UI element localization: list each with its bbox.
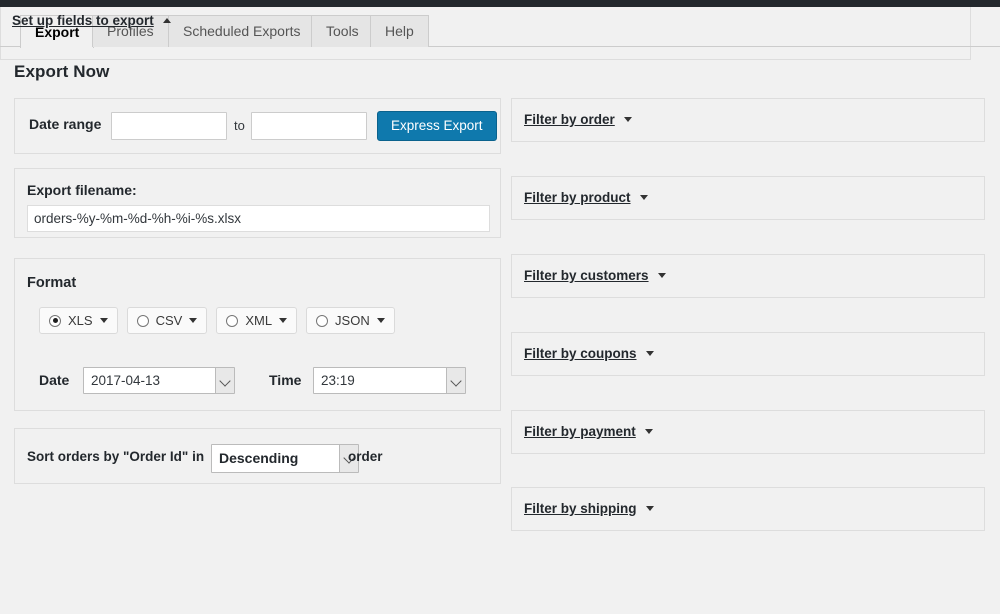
export-filename-label: Export filename:: [27, 182, 137, 198]
setup-fields-toggle[interactable]: Set up fields to export: [12, 13, 171, 28]
export-filename-input[interactable]: [27, 205, 490, 232]
format-panel: Format XLS CSV XML JSON Date 2017-04-13 …: [14, 258, 501, 411]
format-option-xml[interactable]: XML: [216, 307, 298, 334]
admin-bar: [0, 0, 1000, 7]
filter-label: Filter by order: [524, 112, 615, 127]
format-option-csv[interactable]: CSV: [126, 307, 208, 334]
sort-order-select[interactable]: Descending: [211, 444, 359, 473]
chevron-down-icon[interactable]: [215, 368, 234, 393]
chevron-down-icon[interactable]: [446, 368, 465, 393]
filter-by-product-toggle[interactable]: Filter by product: [524, 190, 648, 205]
format-options-group: XLS CSV XML JSON: [39, 307, 395, 334]
date-range-panel: Date range to Express Export: [14, 98, 501, 154]
filter-panel-customers: Filter by customers: [511, 254, 985, 298]
filter-label: Filter by customers: [524, 268, 649, 283]
filter-by-shipping-toggle[interactable]: Filter by shipping: [524, 501, 654, 516]
radio-icon[interactable]: [136, 314, 149, 327]
format-title: Format: [27, 275, 77, 291]
radio-icon[interactable]: [49, 314, 61, 327]
date-select[interactable]: 2017-04-13: [83, 367, 235, 394]
filter-by-payment-toggle[interactable]: Filter by payment: [524, 424, 653, 439]
sort-prefix-label: Sort orders by "Order Id" in: [27, 449, 205, 464]
format-option-label: CSV: [155, 313, 183, 328]
date-range-to-input[interactable]: [251, 112, 367, 140]
filter-by-coupons-toggle[interactable]: Filter by coupons: [524, 346, 654, 361]
date-range-to-label: to: [234, 118, 245, 133]
page-title: Export Now: [14, 62, 110, 81]
tab-tools[interactable]: Tools: [311, 15, 374, 47]
caret-down-icon[interactable]: [99, 318, 108, 323]
format-option-label: XML: [245, 313, 273, 328]
filter-label: Filter by payment: [524, 424, 636, 439]
caret-down-icon[interactable]: [189, 318, 198, 323]
filter-panel-coupons: Filter by coupons: [511, 332, 985, 376]
express-export-button[interactable]: Express Export: [377, 111, 497, 141]
format-option-xls[interactable]: XLS: [39, 307, 118, 334]
radio-icon[interactable]: [316, 314, 329, 327]
time-select[interactable]: 23:19: [313, 367, 466, 394]
format-option-json[interactable]: JSON: [306, 307, 395, 334]
caret-down-icon[interactable]: [657, 273, 666, 278]
caret-down-icon[interactable]: [639, 195, 648, 200]
filter-label: Filter by product: [524, 190, 631, 205]
filter-by-customers-toggle[interactable]: Filter by customers: [524, 268, 666, 283]
tab-scheduled-exports[interactable]: Scheduled Exports: [168, 15, 316, 47]
date-range-from-input[interactable]: [111, 112, 227, 140]
export-filename-panel: Export filename:: [14, 168, 501, 238]
time-label: Time: [269, 372, 302, 388]
filter-by-order-toggle[interactable]: Filter by order: [524, 112, 632, 127]
filter-panel-shipping: Filter by shipping: [511, 487, 985, 531]
filter-panel-product: Filter by product: [511, 176, 985, 220]
date-select-value: 2017-04-13: [91, 373, 161, 388]
filter-panel-payment: Filter by payment: [511, 410, 985, 454]
sort-panel: Sort orders by "Order Id" in Descending …: [14, 428, 501, 484]
format-option-label: XLS: [68, 313, 93, 328]
caret-down-icon[interactable]: [644, 429, 653, 434]
radio-icon[interactable]: [226, 314, 239, 327]
tab-help[interactable]: Help: [370, 15, 429, 47]
filter-label: Filter by shipping: [524, 501, 637, 516]
sort-suffix-label: order: [348, 449, 383, 464]
date-label: Date: [39, 372, 70, 388]
caret-down-icon[interactable]: [279, 318, 288, 323]
caret-down-icon[interactable]: [645, 351, 654, 356]
caret-up-icon[interactable]: [162, 18, 171, 23]
caret-down-icon[interactable]: [645, 506, 654, 511]
filter-panel-order: Filter by order: [511, 98, 985, 142]
time-select-value: 23:19: [321, 373, 355, 388]
filter-label: Filter by coupons: [524, 346, 637, 361]
setup-fields-label: Set up fields to export: [12, 13, 154, 28]
caret-down-icon[interactable]: [623, 117, 632, 122]
date-range-label: Date range: [29, 116, 102, 132]
format-option-label: JSON: [335, 313, 370, 328]
sort-order-value: Descending: [219, 450, 299, 466]
caret-down-icon[interactable]: [376, 318, 385, 323]
